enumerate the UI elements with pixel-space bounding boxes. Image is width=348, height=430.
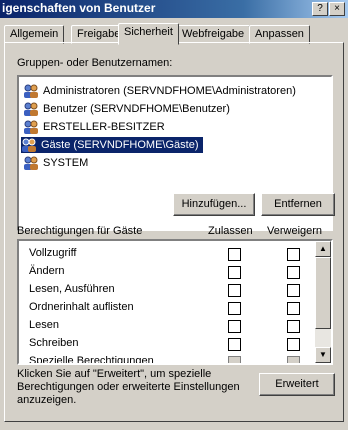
allow-column-header: Zulassen: [208, 225, 253, 237]
table-row: Ändern: [19, 263, 315, 281]
deny-checkbox[interactable]: [287, 302, 300, 315]
allow-checkbox[interactable]: [228, 338, 241, 351]
title-bar[interactable]: igenschaften von Benutzer ? ×: [0, 0, 348, 18]
table-row: Ordnerinhalt auflisten: [19, 299, 315, 317]
advanced-hint-text: Klicken Sie auf "Erweitert", um speziell…: [17, 368, 240, 406]
security-panel: Gruppen- oder Benutzernamen: Administrat…: [4, 42, 344, 422]
users-group-icon: [24, 102, 38, 116]
permission-name: Lesen, Ausführen: [29, 283, 115, 295]
permission-name: Vollzugriff: [29, 247, 77, 259]
permission-name: Lesen: [29, 319, 59, 331]
tab-sicherheit[interactable]: Sicherheit: [118, 23, 179, 45]
groups-label: Gruppen- oder Benutzernamen:: [17, 57, 173, 69]
group-name: ERSTELLER-BESITZER: [43, 121, 165, 133]
scrollbar[interactable]: ▲ ▼: [315, 241, 331, 363]
group-name: Administratoren (SERVNDFHOME\Administrat…: [43, 85, 296, 97]
permission-name: Schreiben: [29, 337, 79, 349]
advanced-button[interactable]: Erweitert: [259, 373, 335, 396]
users-group-icon: [24, 120, 38, 134]
list-item[interactable]: Benutzer (SERVNDFHOME\Benutzer): [23, 101, 234, 117]
permissions-label: Berechtigungen für Gäste: [17, 225, 143, 237]
deny-checkbox[interactable]: [287, 248, 300, 261]
group-name: SYSTEM: [43, 157, 89, 169]
deny-checkbox[interactable]: [287, 338, 300, 351]
deny-checkbox: [287, 356, 300, 363]
list-item-selected[interactable]: Gäste (SERVNDFHOME\Gäste): [20, 136, 204, 154]
table-row: Lesen, Ausführen: [19, 281, 315, 299]
down-arrow-icon[interactable]: ▼: [315, 347, 331, 363]
users-group-icon: [24, 156, 38, 170]
allow-checkbox[interactable]: [228, 320, 241, 333]
close-button[interactable]: ×: [329, 2, 345, 16]
allow-checkbox[interactable]: [228, 266, 241, 279]
permissions-list[interactable]: Vollzugriff Ändern Lesen, Ausführen Ordn…: [17, 239, 333, 365]
deny-checkbox[interactable]: [287, 266, 300, 279]
allow-checkbox[interactable]: [228, 248, 241, 261]
permission-name: Spezielle Berechtigungen: [29, 355, 154, 365]
window-title: igenschaften von Benutzer: [2, 1, 156, 15]
add-button[interactable]: Hinzufügen...: [173, 193, 255, 216]
permission-name: Ordnerinhalt auflisten: [29, 301, 134, 313]
properties-dialog: igenschaften von Benutzer ? × Allgemein …: [0, 0, 348, 430]
group-name: Benutzer (SERVNDFHOME\Benutzer): [43, 103, 230, 115]
list-item[interactable]: ERSTELLER-BESITZER: [23, 119, 169, 135]
table-row: Vollzugriff: [19, 245, 315, 263]
tab-bar: Allgemein Freigabe Sicherheit Webfreigab…: [4, 23, 344, 45]
up-arrow-icon[interactable]: ▲: [315, 241, 331, 257]
allow-checkbox[interactable]: [228, 302, 241, 315]
list-item[interactable]: Administratoren (SERVNDFHOME\Administrat…: [23, 83, 300, 99]
table-row: Schreiben: [19, 335, 315, 353]
remove-button[interactable]: Entfernen: [261, 193, 335, 216]
allow-checkbox[interactable]: [228, 284, 241, 297]
group-name: Gäste (SERVNDFHOME\Gäste): [41, 139, 199, 151]
scrollbar-thumb[interactable]: [315, 257, 331, 329]
list-item[interactable]: SYSTEM: [23, 155, 92, 171]
table-row: Spezielle Berechtigungen: [19, 353, 315, 365]
deny-checkbox[interactable]: [287, 284, 300, 297]
deny-column-header: Verweigern: [267, 225, 323, 237]
users-group-icon: [22, 138, 36, 152]
table-row: Lesen: [19, 317, 315, 335]
users-group-icon: [24, 84, 38, 98]
allow-checkbox: [228, 356, 241, 363]
deny-checkbox[interactable]: [287, 320, 300, 333]
help-button[interactable]: ?: [312, 2, 328, 16]
permission-name: Ändern: [29, 265, 65, 277]
